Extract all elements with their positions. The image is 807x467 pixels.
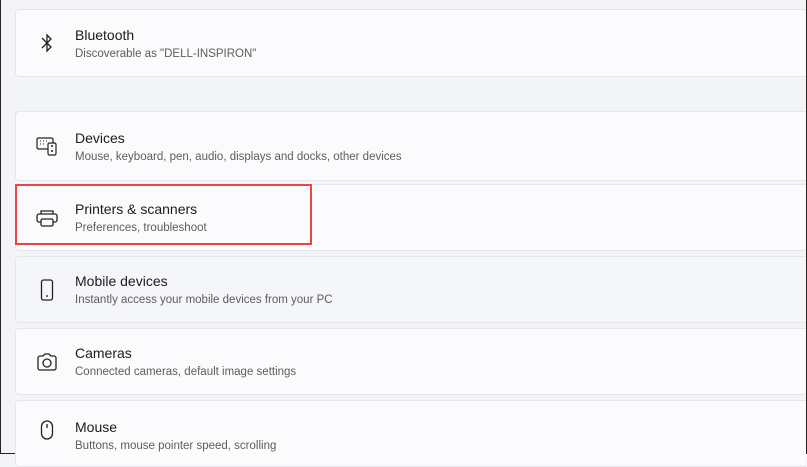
mouse-item[interactable]: Mouse Buttons, mouse pointer speed, scrol…	[15, 400, 806, 467]
bluetooth-icon	[32, 33, 62, 53]
item-title: Printers & scanners	[75, 201, 198, 217]
item-title: Bluetooth	[75, 26, 135, 43]
item-subtitle: Discoverable as "DELL-INSPIRON"	[75, 47, 257, 60]
item-subtitle: Connected cameras, default image setting…	[75, 366, 297, 378]
item-title: Mouse	[75, 419, 118, 435]
mouse-icon	[32, 419, 62, 441]
bluetooth-item[interactable]: Bluetooth Discoverable as "DELL-INSPIRON"	[15, 9, 806, 77]
camera-icon	[32, 352, 62, 372]
item-subtitle: Buttons, mouse pointer speed, scrolling	[75, 440, 277, 452]
cameras-item[interactable]: Cameras Connected cameras, default image …	[15, 328, 806, 395]
printers-scanners-item[interactable]: Printers & scanners Preferences, troubles…	[15, 184, 806, 251]
devices-icon	[32, 136, 62, 156]
printer-icon	[32, 208, 62, 228]
item-subtitle: Preferences, troubleshoot	[75, 222, 207, 234]
phone-icon	[32, 278, 62, 301]
mobile-devices-item[interactable]: Mobile devices Instantly access your mobi…	[15, 256, 806, 323]
devices-item[interactable]: Devices Mouse, keyboard, pen, audio, disp…	[15, 111, 806, 181]
item-title: Devices	[75, 129, 125, 146]
item-subtitle: Instantly access your mobile devices fro…	[75, 294, 333, 306]
item-title: Cameras	[75, 345, 132, 361]
item-subtitle: Mouse, keyboard, pen, audio, displays an…	[75, 150, 402, 163]
item-title: Mobile devices	[75, 273, 168, 289]
